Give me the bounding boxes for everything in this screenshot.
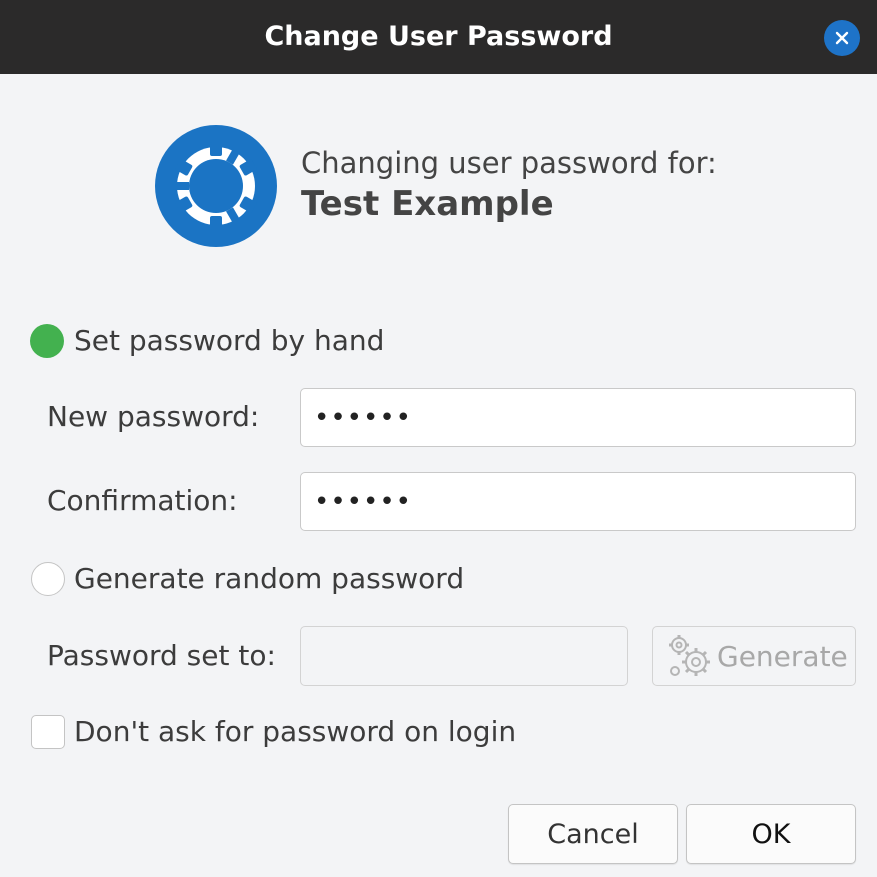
close-icon <box>835 31 849 45</box>
ok-button[interactable]: OK <box>686 804 856 864</box>
random-password-label[interactable]: Generate random password <box>74 562 464 595</box>
gears-icon <box>669 635 710 676</box>
close-button[interactable] <box>824 20 860 56</box>
generate-button[interactable]: Generate <box>652 626 856 686</box>
new-password-field[interactable]: •••••• <box>300 388 856 447</box>
manual-password-radio[interactable] <box>30 324 64 358</box>
manual-password-label[interactable]: Set password by hand <box>74 324 384 357</box>
new-password-label: New password: <box>47 400 260 433</box>
password-set-to-field[interactable] <box>300 626 628 686</box>
password-set-to-label: Password set to: <box>47 639 276 672</box>
confirmation-label: Confirmation: <box>47 484 238 517</box>
no-password-login-label[interactable]: Don't ask for password on login <box>74 715 516 748</box>
confirmation-field[interactable]: •••••• <box>300 472 856 531</box>
random-password-radio[interactable] <box>31 562 65 596</box>
generate-label: Generate <box>717 639 848 673</box>
window-title: Change User Password <box>264 21 613 52</box>
user-name: Test Example <box>301 184 554 224</box>
title-bar: Change User Password <box>0 0 877 74</box>
kubuntu-logo-icon <box>155 125 277 247</box>
no-password-login-checkbox[interactable] <box>31 715 65 749</box>
heading-text: Changing user password for: <box>301 146 717 180</box>
cancel-button[interactable]: Cancel <box>508 804 678 864</box>
